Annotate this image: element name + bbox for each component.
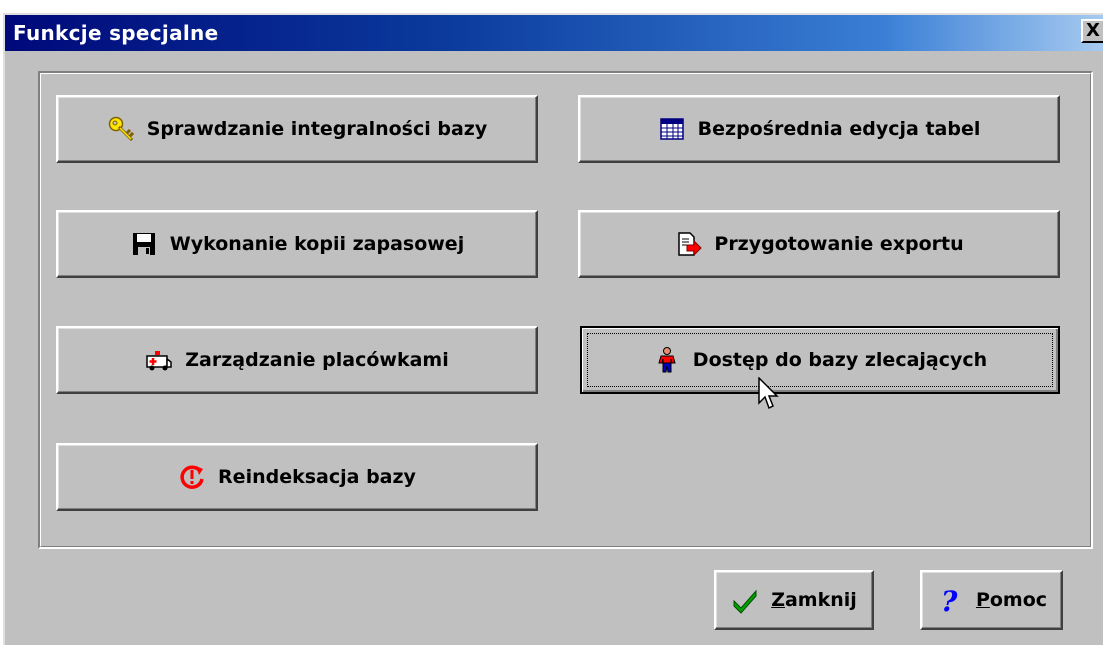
svg-text:?: ?: [941, 586, 958, 614]
close-window-button[interactable]: X: [1081, 19, 1103, 43]
direct-table-edit-label: Bezpośrednia edycja tabel: [697, 118, 981, 140]
integrity-check-button[interactable]: Sprawdzanie integralności bazy: [56, 95, 538, 163]
integrity-check-label: Sprawdzanie integralności bazy: [146, 118, 488, 140]
facilities-management-button[interactable]: Zarządzanie placówkami: [56, 326, 538, 394]
reindex-button[interactable]: Reindeksacja bazy: [56, 443, 538, 511]
help-label: omoc: [989, 589, 1048, 611]
floppy-disk-icon: [130, 230, 158, 258]
prepare-export-label: Przygotowanie exportu: [714, 233, 964, 255]
clients-database-access-button[interactable]: Dostęp do bazy zlecających: [580, 326, 1060, 394]
ambulance-icon: [145, 346, 173, 374]
reindex-refresh-icon: [178, 463, 206, 491]
close-accel: Z: [771, 589, 785, 611]
person-icon: [653, 346, 681, 374]
backup-label: Wykonanie kopii zapasowej: [169, 233, 465, 255]
close-label: amknij: [784, 589, 857, 611]
help-button[interactable]: ? Pomoc: [920, 570, 1063, 630]
close-icon: X: [1086, 20, 1100, 41]
prepare-export-button[interactable]: Przygotowanie exportu: [578, 210, 1060, 278]
export-arrow-icon: [674, 230, 703, 258]
backup-button[interactable]: Wykonanie kopii zapasowej: [56, 210, 538, 278]
clients-database-access-label: Dostęp do bazy zlecających: [692, 349, 988, 371]
dialog-window: Funkcje specjalne X Sprawdzanie integral…: [3, 13, 1103, 645]
help-accel: P: [975, 589, 990, 611]
mouse-pointer-icon: [758, 377, 779, 410]
close-button[interactable]: Zamknij: [714, 570, 874, 630]
key-icon: [107, 115, 135, 143]
table-grid-icon: [658, 115, 686, 143]
reindex-label: Reindeksacja bazy: [218, 466, 416, 488]
window-title: Funkcje specjalne: [13, 21, 219, 45]
facilities-management-label: Zarządzanie placówkami: [185, 349, 449, 371]
direct-table-edit-button[interactable]: Bezpośrednia edycja tabel: [578, 95, 1060, 163]
checkmark-icon: [731, 586, 759, 614]
title-bar[interactable]: Funkcje specjalne X: [5, 15, 1103, 51]
question-mark-icon: ?: [936, 586, 964, 614]
